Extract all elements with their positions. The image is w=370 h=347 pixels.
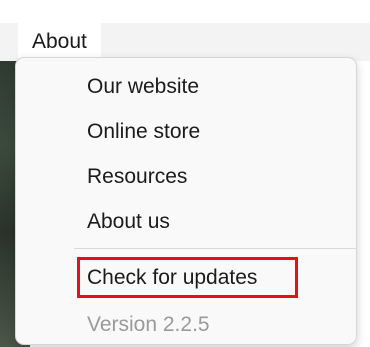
menu-separator — [74, 248, 356, 249]
menu-item-our-website[interactable]: Our website — [87, 72, 199, 102]
menu-item-check-for-updates[interactable]: Check for updates — [87, 263, 257, 293]
menu-item-about-us[interactable]: About us — [87, 207, 170, 237]
menu-item-resources[interactable]: Resources — [87, 162, 187, 192]
background-right — [356, 61, 370, 347]
menu-about[interactable]: About — [18, 23, 101, 61]
menu-item-online-store[interactable]: Online store — [87, 117, 200, 147]
about-dropdown-menu: Our website Online store Resources About… — [15, 57, 357, 345]
menu-item-version: Version 2.2.5 — [87, 313, 210, 336]
top-strip — [0, 0, 370, 23]
menu-bar: About — [0, 23, 370, 61]
